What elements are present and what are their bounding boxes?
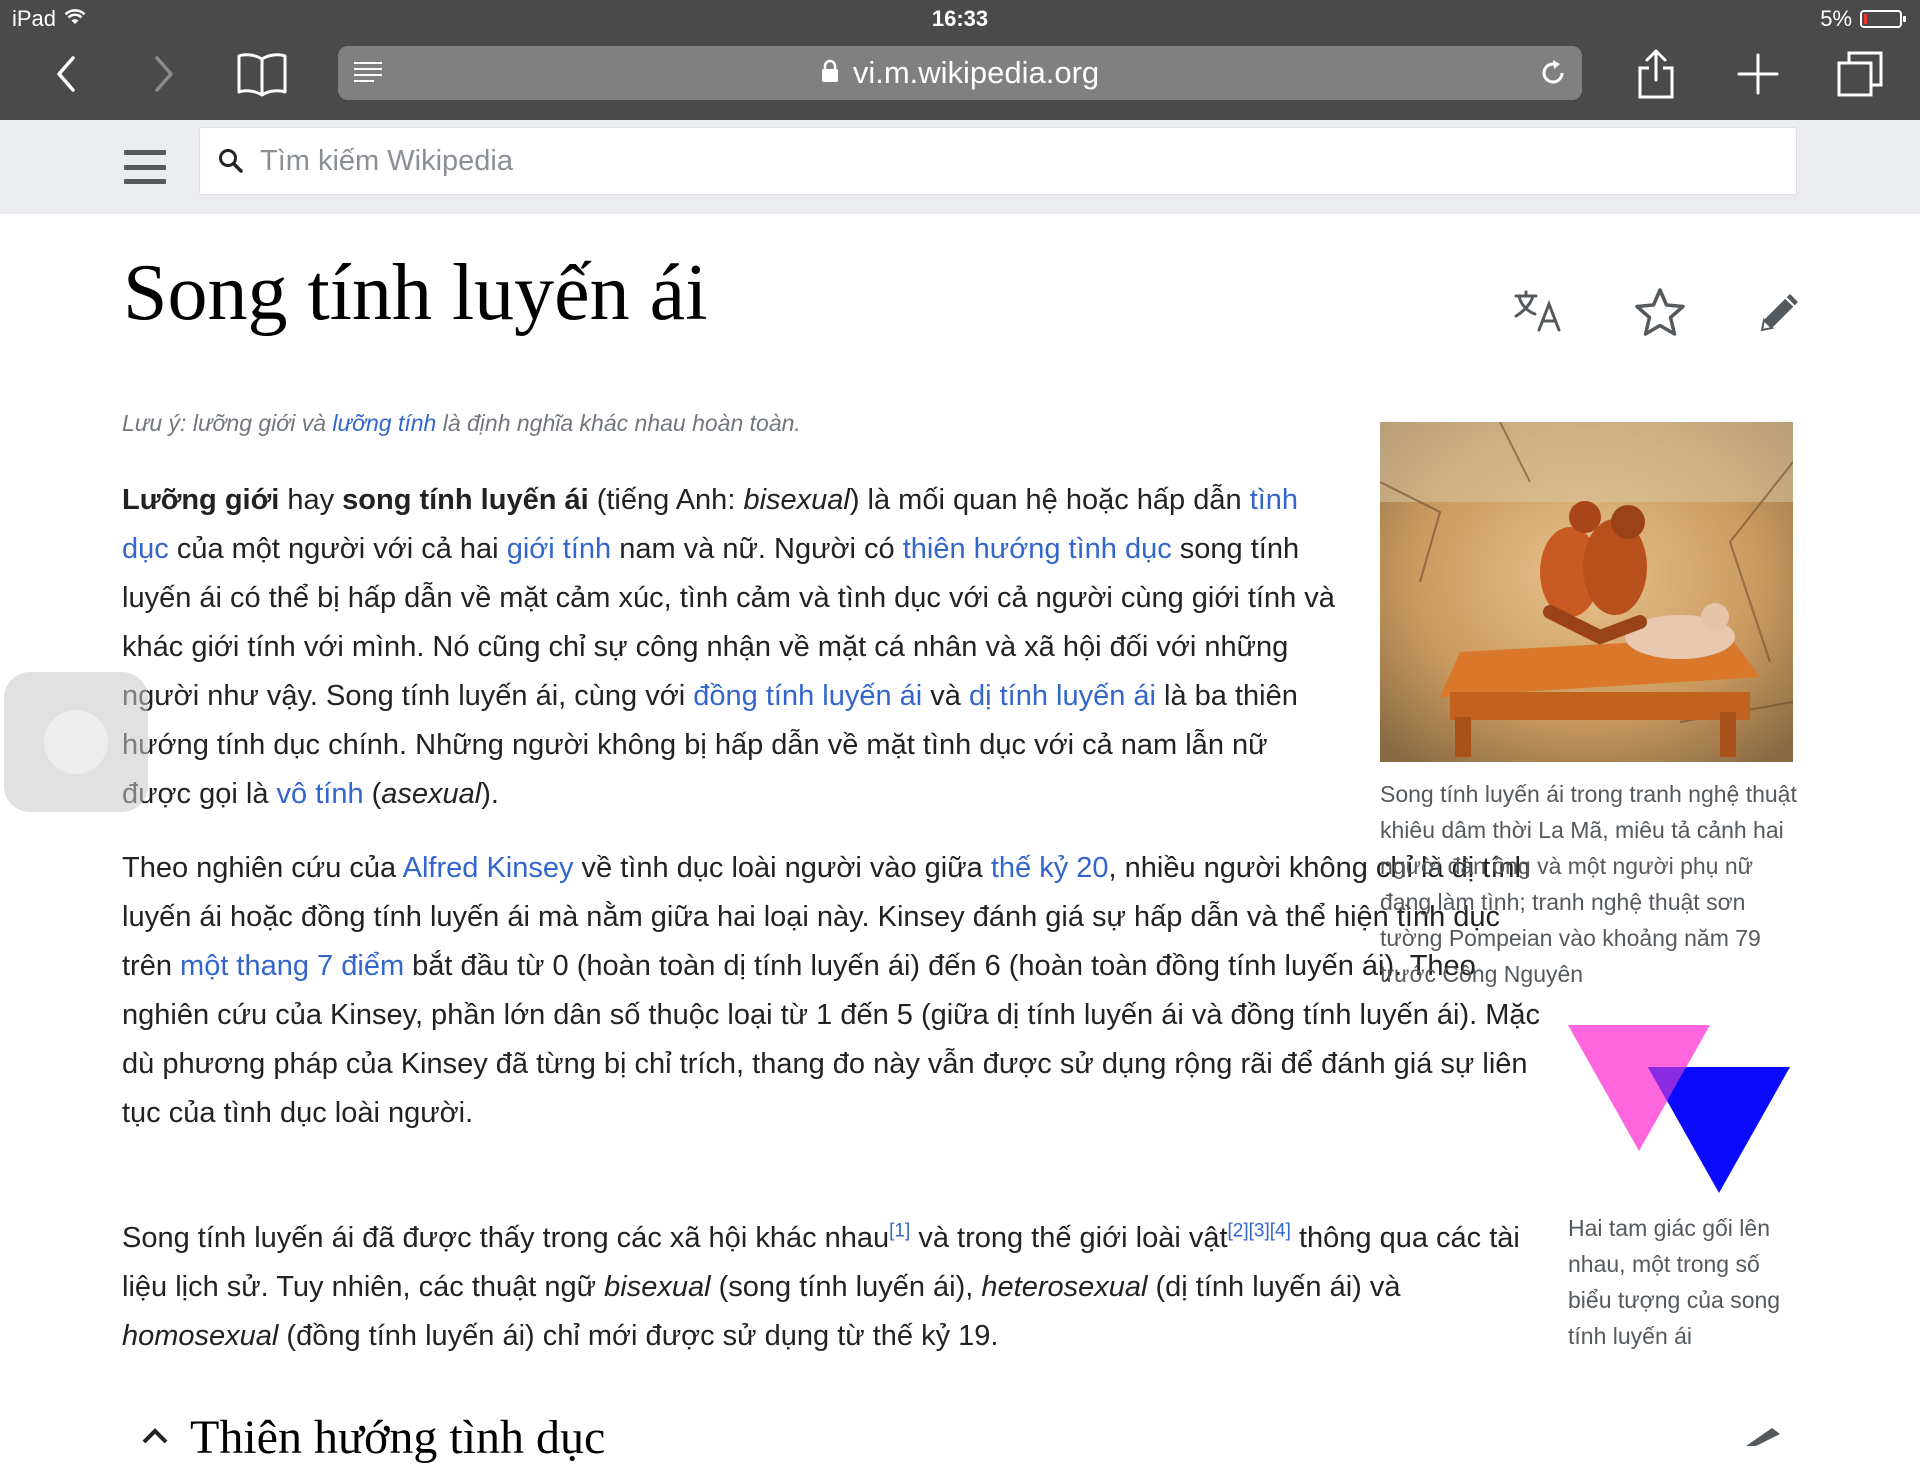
chevron-right-icon (155, 56, 173, 92)
wiki-header (0, 120, 1920, 214)
paragraph-history: Song tính luyến ái đã được thấy trong cá… (122, 1220, 1520, 1352)
tabs-icon (1837, 51, 1883, 97)
biangles-image[interactable] (1568, 1025, 1790, 1195)
page-title: Song tính luyến ái (123, 249, 708, 337)
bookmarks-button[interactable] (234, 46, 290, 102)
figure-caption: Hai tam giác gối lên nhau, một trong số … (1568, 1215, 1781, 1349)
lock-icon (821, 55, 839, 91)
reference-link[interactable]: [2] (1228, 1220, 1249, 1241)
hatnote-text: là định nghĩa khác nhau hoàn toàn. (436, 410, 801, 436)
star-icon[interactable] (1628, 280, 1692, 344)
assistive-touch-button[interactable] (4, 672, 148, 812)
tabs-button[interactable] (1832, 46, 1888, 102)
reference-link[interactable]: [3] (1249, 1220, 1270, 1241)
link-the-ky-20[interactable]: thế kỷ 20 (991, 852, 1109, 884)
figure-biangles: Hai tam giác gối lên nhau, một trong số … (1568, 1025, 1800, 1354)
link-di-tinh-luyen-ai[interactable]: dị tính luyến ái (969, 680, 1156, 712)
new-tab-button[interactable] (1730, 46, 1786, 102)
paragraph-intro: Lưỡng giới hay song tính luyến ái (tiếng… (122, 484, 1335, 810)
battery-icon (1860, 10, 1906, 28)
link-thien-huong-tinh-duc[interactable]: thiên hướng tình dục (903, 533, 1172, 565)
section-title: Thiên hướng tình dục (190, 1411, 606, 1464)
page-actions (1508, 280, 1812, 344)
link-gioi-tinh[interactable]: giới tính (507, 533, 611, 565)
book-icon (237, 53, 287, 97)
browser-chrome: iPad 16:33 5% vi.m.wikipedia.org (0, 0, 1920, 120)
chevron-left-icon (57, 56, 75, 92)
plus-icon (1737, 53, 1779, 95)
hatnote-link[interactable]: lưỡng tính (332, 410, 436, 436)
reference-link[interactable]: [4] (1270, 1220, 1291, 1241)
status-time: 16:33 (931, 6, 989, 31)
link-alfred-kinsey[interactable]: Alfred Kinsey (403, 852, 574, 884)
battery-percent: 5% (1820, 6, 1852, 31)
back-button[interactable] (38, 46, 94, 102)
share-icon (1638, 49, 1674, 99)
link-dong-tinh-luyen-ai[interactable]: đồng tính luyến ái (693, 680, 922, 712)
url-text: vi.m.wikipedia.org (852, 55, 1100, 90)
language-icon[interactable] (1508, 280, 1572, 344)
edit-icon[interactable] (1742, 1426, 1782, 1451)
menu-button[interactable] (124, 150, 166, 184)
section-heading[interactable]: Thiên hướng tình dục (140, 1410, 605, 1466)
reference-link[interactable]: [1] (889, 1220, 910, 1241)
figure-fresco: Song tính luyến ái trong tranh nghệ thuậ… (1380, 422, 1800, 992)
hatnote: Lưu ý: lưỡng giới và lưỡng tính là định … (122, 410, 801, 437)
link-thang-7-diem[interactable]: một thang 7 điểm (180, 950, 404, 982)
fresco-image[interactable] (1380, 422, 1793, 762)
reload-icon[interactable] (1538, 58, 1568, 93)
hatnote-text: Lưu ý: lưỡng giới và (122, 410, 333, 436)
paragraph-kinsey: Theo nghiên cứu của Alfred Kinsey về tìn… (122, 852, 1541, 1129)
share-button[interactable] (1628, 46, 1684, 102)
forward-button[interactable] (136, 46, 192, 102)
figure-caption: Song tính luyến ái trong tranh nghệ thuậ… (1380, 781, 1797, 987)
bold-term: Lưỡng giới (122, 484, 280, 516)
address-display[interactable]: vi.m.wikipedia.org (338, 46, 1582, 100)
address-bar[interactable]: vi.m.wikipedia.org (338, 46, 1582, 100)
status-right: 5% (1820, 6, 1906, 32)
chevron-up-icon (140, 1410, 170, 1455)
edit-icon[interactable] (1748, 280, 1812, 344)
link-vo-tinh[interactable]: vô tính (277, 778, 364, 810)
search-input[interactable] (258, 143, 1762, 179)
bold-term: song tính luyến ái (342, 484, 589, 516)
search-box[interactable] (199, 127, 1797, 195)
search-icon (218, 148, 244, 174)
